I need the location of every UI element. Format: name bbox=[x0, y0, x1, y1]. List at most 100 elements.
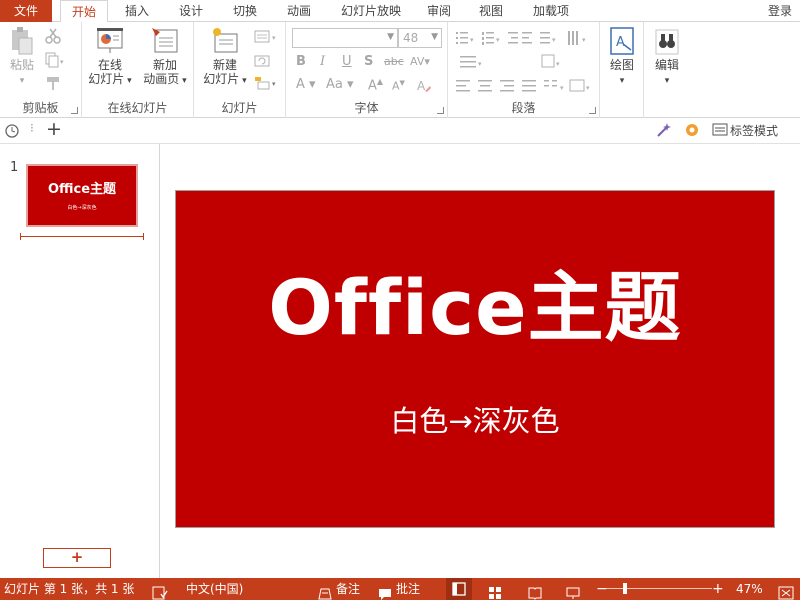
copy-icon[interactable]: ▾ bbox=[44, 52, 66, 68]
zoom-level[interactable]: 47% bbox=[736, 578, 763, 600]
svg-text:▾: ▾ bbox=[586, 84, 590, 92]
tab-animations[interactable]: 动画 bbox=[276, 0, 322, 22]
spellcheck-icon[interactable] bbox=[152, 582, 168, 600]
tab-addins[interactable]: 加载项 bbox=[526, 0, 576, 22]
svg-text:▾: ▾ bbox=[60, 58, 64, 66]
magic-wand-icon[interactable] bbox=[656, 122, 672, 138]
login-link[interactable]: 登录 bbox=[768, 0, 792, 22]
reading-view-icon[interactable] bbox=[528, 582, 542, 600]
paste-button[interactable]: 粘贴 ▾ bbox=[6, 26, 38, 88]
text-direction-controls[interactable]: ▾ ▾ bbox=[456, 54, 596, 70]
underline-button[interactable]: U bbox=[342, 54, 352, 69]
tab-home[interactable]: 开始 bbox=[60, 0, 108, 23]
font-size-combo[interactable]: 48 ▼ bbox=[398, 28, 442, 48]
thumbnail-title: Office主题 bbox=[47, 182, 117, 197]
tab-slideshow[interactable]: 幻灯片放映 bbox=[334, 0, 408, 22]
add-icon[interactable]: + bbox=[46, 118, 62, 140]
paragraph-dialog-launcher[interactable] bbox=[589, 107, 596, 114]
add-slide-button[interactable]: + bbox=[43, 548, 111, 568]
svg-text:▾: ▾ bbox=[556, 60, 560, 68]
presentation-icon bbox=[97, 28, 123, 53]
slideshow-icon[interactable] bbox=[566, 582, 580, 600]
status-bar: 幻灯片 第 1 张，共 1 张 中文(中国) 备注 批注 − + 47% bbox=[0, 578, 800, 600]
font-name-combo[interactable]: ▼ bbox=[292, 28, 398, 48]
normal-view-icon bbox=[452, 582, 466, 596]
tab-view[interactable]: 视图 bbox=[468, 0, 514, 22]
svg-text:▾: ▾ bbox=[478, 60, 482, 68]
decrease-font-button[interactable]: A▼ bbox=[392, 79, 405, 93]
tag-mode-button[interactable]: 标签模式 bbox=[730, 122, 778, 139]
paste-icon bbox=[12, 27, 33, 55]
zoom-out-button[interactable]: − bbox=[596, 578, 608, 600]
zoom-in-button[interactable]: + bbox=[712, 578, 724, 600]
chevron-down-icon: ▼ bbox=[431, 32, 438, 42]
svg-text:▾: ▾ bbox=[496, 36, 500, 44]
new-animation-page-button[interactable]: 新加 动画页 ▾ bbox=[140, 26, 190, 88]
cut-icon[interactable] bbox=[44, 28, 62, 44]
tab-design[interactable]: 设计 bbox=[168, 0, 214, 22]
slide-thumbnail[interactable]: Office主题 白色→深灰色 bbox=[26, 164, 138, 227]
list-controls[interactable]: ▾ ▾ ▾ ▾ bbox=[456, 30, 596, 46]
font-color-button[interactable]: A ▾ bbox=[296, 77, 316, 92]
paragraph-group: ▾ ▾ ▾ ▾ ▾ ▾ ▾ ▾ 段落 bbox=[448, 22, 600, 118]
slide-subtitle[interactable]: 白色→深灰色 bbox=[176, 403, 774, 439]
svg-text:▾: ▾ bbox=[272, 80, 276, 88]
svg-text:A: A bbox=[417, 79, 426, 93]
font-group: ▼ 48 ▼ B I U S abc AV▾ A ▾ Aa ▾ A▲ A▼ A … bbox=[286, 22, 448, 118]
section-icon[interactable]: ▾ bbox=[254, 76, 280, 90]
outline-view-icon[interactable] bbox=[4, 122, 22, 140]
reset-icon[interactable] bbox=[254, 54, 272, 68]
secondary-toolbar: ⁝ + 标签模式 bbox=[0, 118, 800, 144]
zoom-slider-track[interactable] bbox=[606, 588, 712, 589]
slides-group: 新建 幻灯片 ▾ ▾ ▾ 幻灯片 bbox=[194, 22, 286, 118]
paragraph-group-label: 段落 bbox=[511, 101, 536, 115]
svg-text:▾: ▾ bbox=[582, 36, 586, 44]
character-spacing-button[interactable]: AV▾ bbox=[410, 55, 430, 68]
slide-sorter-icon[interactable] bbox=[488, 582, 502, 600]
notes-icon bbox=[318, 588, 332, 600]
thumbnail-subtitle: 白色→深灰色 bbox=[67, 205, 97, 211]
svg-text:▾: ▾ bbox=[272, 34, 276, 42]
new-slide-button[interactable]: 新建 幻灯片 ▾ bbox=[200, 26, 250, 88]
current-slide[interactable]: Office主题 白色→深灰色 bbox=[175, 190, 775, 528]
font-group-label: 字体 bbox=[354, 101, 379, 115]
drawing-button[interactable]: A 绘图 ▾ bbox=[604, 26, 640, 88]
svg-text:▾: ▾ bbox=[470, 36, 474, 44]
alignment-controls[interactable]: ▾ ▾ bbox=[456, 78, 596, 94]
language-indicator[interactable]: 中文(中国) bbox=[186, 578, 243, 600]
format-painter-icon[interactable] bbox=[44, 75, 62, 91]
ribbon: 粘贴 ▾ ▾ 剪贴板 在线 幻灯片 ▾ 新加 动画页 ▾ 在线幻灯片 新建 幻灯… bbox=[0, 22, 800, 118]
layout-icon[interactable]: ▾ bbox=[254, 30, 280, 44]
increase-font-button[interactable]: A▲ bbox=[368, 77, 383, 93]
font-dialog-launcher[interactable] bbox=[437, 107, 444, 114]
tab-review[interactable]: 审阅 bbox=[416, 0, 462, 22]
chevron-down-icon: ▼ bbox=[387, 32, 394, 42]
drawing-group: A 绘图 ▾ bbox=[600, 22, 644, 118]
italic-button[interactable]: I bbox=[320, 54, 325, 69]
clipboard-group-label: 剪贴板 bbox=[22, 101, 59, 115]
online-slides-button[interactable]: 在线 幻灯片 ▾ bbox=[86, 26, 134, 88]
strikethrough-button[interactable]: abc bbox=[384, 55, 404, 68]
insertion-marker bbox=[20, 233, 144, 240]
notes-button[interactable]: 备注 bbox=[336, 578, 360, 600]
tab-transitions[interactable]: 切换 bbox=[222, 0, 268, 22]
clipboard-dialog-launcher[interactable] bbox=[71, 107, 78, 114]
settings-gear-icon[interactable] bbox=[684, 122, 700, 138]
editing-button[interactable]: 编辑 ▾ bbox=[648, 26, 686, 88]
slide-counter: 幻灯片 第 1 张，共 1 张 bbox=[4, 582, 135, 596]
comments-button[interactable]: 批注 bbox=[396, 578, 420, 600]
slide-title[interactable]: Office主题 bbox=[176, 263, 774, 353]
normal-view-button[interactable] bbox=[446, 578, 472, 600]
new-slide-icon bbox=[213, 28, 238, 53]
fit-to-window-icon[interactable] bbox=[778, 582, 794, 600]
bold-button[interactable]: B bbox=[296, 54, 306, 69]
clear-formatting-icon[interactable]: A bbox=[416, 78, 432, 94]
ribbon-tab-bar: 文件 开始 插入 设计 切换 动画 幻灯片放映 审阅 视图 加载项 登录 bbox=[0, 0, 800, 23]
toolbar-separator: ⁝ bbox=[30, 121, 34, 135]
svg-text:A: A bbox=[616, 35, 625, 50]
change-case-button[interactable]: Aa ▾ bbox=[326, 77, 354, 92]
tab-insert[interactable]: 插入 bbox=[114, 0, 160, 22]
shadow-button[interactable]: S bbox=[364, 54, 373, 69]
zoom-slider-thumb[interactable] bbox=[623, 583, 627, 594]
tab-file[interactable]: 文件 bbox=[0, 0, 52, 22]
